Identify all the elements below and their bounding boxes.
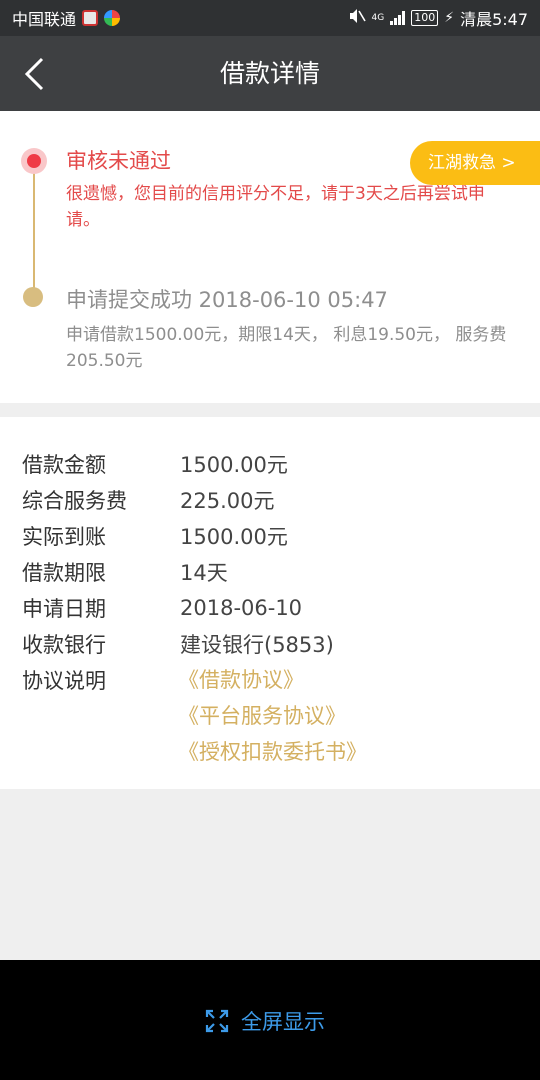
clock: 清晨5:47 (460, 10, 528, 29)
rejected-description: 很遗憾，您目前的信用评分不足，请于3天之后再尝试申请。 (66, 184, 485, 230)
chevron-left-icon (24, 57, 44, 91)
detail-label: 借款金额 (22, 453, 106, 477)
detail-row: 借款金额 1500.00元 (22, 446, 288, 482)
detail-value: 建设银行(5853) (180, 633, 334, 657)
detail-label: 综合服务费 (22, 489, 127, 513)
platform-service-agreement-link[interactable]: 《平台服务协议》 (178, 698, 346, 734)
detail-row: 借款期限 14天 (22, 554, 228, 590)
detail-value: 2018-06-10 (180, 596, 303, 620)
mute-icon (348, 8, 366, 28)
fullscreen-button[interactable]: 全屏显示 (205, 1004, 325, 1038)
detail-row: 实际到账 1500.00元 (22, 518, 288, 554)
network-type-label: 4G (371, 13, 385, 23)
fullscreen-label: 全屏显示 (241, 1010, 325, 1034)
signal-icon (390, 11, 406, 25)
expand-icon (205, 1009, 229, 1033)
detail-row: 收款银行 建设银行(5853) (22, 626, 334, 662)
bottom-bar: 全屏显示 (0, 960, 540, 1080)
agreement-row: 协议说明 (22, 662, 180, 698)
back-button[interactable] (14, 52, 54, 96)
status-bar: 中国联通 4G 100 ⚡ 清晨5:47 (0, 0, 540, 36)
submitted-status-dot (23, 287, 43, 307)
app-notification-icon (82, 10, 99, 26)
debit-authorization-link[interactable]: 《授权扣款委托书》 (178, 734, 367, 770)
detail-value: 1500.00元 (180, 525, 288, 549)
submitted-title: 申请提交成功 2018-06-10 05:47 (66, 288, 388, 312)
detail-label: 实际到账 (22, 525, 106, 549)
rescue-button[interactable]: 江湖救急 > (410, 141, 540, 185)
submitted-description: 申请借款1500.00元，期限14天， 利息19.50元， 服务费205.50元 (66, 325, 507, 371)
page-title: 借款详情 (219, 59, 320, 88)
detail-row: 综合服务费 225.00元 (22, 482, 274, 518)
detail-label: 申请日期 (22, 597, 106, 621)
rejected-title: 审核未通过 (66, 149, 171, 173)
status-timeline: 审核未通过 很遗憾，您目前的信用评分不足，请于3天之后再尝试申请。 江湖救急 >… (0, 111, 540, 403)
detail-value: 225.00元 (180, 489, 275, 513)
loan-agreement-link[interactable]: 《借款协议》 (178, 662, 304, 698)
rejected-status-dot (21, 148, 47, 174)
battery-icon: 100 (411, 10, 439, 26)
detail-label: 借款期限 (22, 561, 106, 585)
app-notification-icon-2 (104, 10, 121, 26)
nav-bar: 借款详情 (0, 36, 540, 111)
carrier-name: 中国联通 (12, 10, 77, 29)
detail-value: 14天 (180, 561, 228, 585)
detail-label: 收款银行 (22, 633, 106, 657)
timeline-connector (33, 161, 35, 299)
detail-value: 1500.00元 (180, 453, 288, 477)
loan-details: 借款金额 1500.00元 综合服务费 225.00元 实际到账 1500.00… (0, 417, 540, 789)
agreement-label: 协议说明 (22, 669, 106, 693)
detail-row: 申请日期 2018-06-10 (22, 590, 302, 626)
charging-icon: ⚡ (444, 10, 455, 26)
